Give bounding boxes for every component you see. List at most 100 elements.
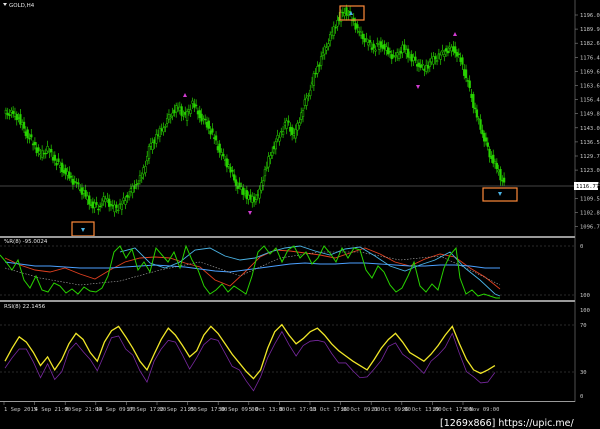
candle-body bbox=[301, 110, 305, 117]
candle-body bbox=[97, 208, 100, 211]
candle-body bbox=[13, 112, 17, 117]
candle-body bbox=[12, 111, 15, 114]
candle-body bbox=[263, 169, 267, 177]
candle-body bbox=[401, 44, 404, 53]
candle-body bbox=[120, 203, 123, 210]
candle-body bbox=[495, 162, 498, 170]
candle-body bbox=[473, 107, 477, 110]
candle-body bbox=[290, 127, 294, 135]
williams-r-tick-top: 0 bbox=[580, 244, 583, 250]
candle-body bbox=[44, 152, 47, 155]
rsi-tick-0: 0 bbox=[580, 394, 583, 400]
candle-body bbox=[234, 179, 238, 186]
candle-body bbox=[64, 168, 67, 175]
candle-body bbox=[242, 187, 245, 195]
candle-body bbox=[31, 143, 35, 146]
candle-body bbox=[162, 127, 165, 133]
candle-body bbox=[323, 46, 326, 55]
candle-body bbox=[448, 46, 451, 49]
candle-body bbox=[455, 52, 459, 57]
candle-body bbox=[294, 129, 297, 139]
candle-body bbox=[309, 89, 312, 96]
candle-body bbox=[372, 43, 375, 49]
trading-chart[interactable]: GOLD,H4 1196.05 1189.95 1182.65 1176.45 1169… bbox=[0, 0, 600, 429]
candle-body bbox=[470, 93, 473, 98]
candle-body bbox=[289, 126, 292, 132]
candle-body bbox=[6, 112, 9, 116]
candle-body bbox=[336, 20, 339, 27]
candle-body bbox=[486, 142, 489, 147]
candle-body bbox=[169, 116, 172, 119]
panel-separator[interactable] bbox=[0, 236, 575, 238]
price-tick-label: 1123.00 bbox=[580, 168, 600, 174]
candle-body bbox=[149, 143, 152, 147]
candle-body bbox=[200, 113, 203, 122]
price-tick-label: 1156.45 bbox=[580, 98, 600, 104]
price-tick-label: 1136.50 bbox=[580, 140, 600, 146]
candle-body bbox=[240, 186, 243, 190]
candle-body bbox=[457, 53, 460, 55]
candle-body bbox=[477, 118, 480, 120]
candle-body bbox=[75, 182, 78, 184]
candle-body bbox=[310, 81, 314, 85]
candle-body bbox=[459, 57, 462, 62]
candle-body bbox=[381, 45, 384, 49]
candle-body bbox=[66, 171, 69, 176]
candle-body bbox=[211, 128, 214, 133]
candle-body bbox=[383, 43, 386, 50]
candle-body bbox=[466, 80, 470, 82]
candle-body bbox=[113, 204, 116, 213]
candle-body bbox=[499, 169, 502, 181]
current-price-label: 1116.77 bbox=[576, 184, 599, 190]
symbol-title: GOLD,H4 bbox=[9, 3, 35, 9]
williams-r-title: %R(8) -95.0024 bbox=[4, 239, 48, 245]
candle-body bbox=[48, 151, 51, 153]
candle-body bbox=[140, 177, 143, 179]
price-tick-label: 1149.85 bbox=[580, 112, 600, 118]
candle-body bbox=[35, 147, 38, 154]
candle-body bbox=[102, 196, 105, 202]
candle-body bbox=[327, 43, 330, 47]
candle-body bbox=[472, 94, 475, 108]
price-tick-label: 1169.65 bbox=[580, 69, 600, 75]
candle-body bbox=[354, 22, 357, 30]
candle-body bbox=[318, 64, 321, 67]
candle-body bbox=[55, 162, 58, 166]
candle-body bbox=[109, 204, 113, 206]
candle-body bbox=[117, 209, 120, 212]
candle-body bbox=[394, 56, 397, 58]
candle-body bbox=[267, 156, 270, 168]
candle-body bbox=[359, 31, 363, 36]
candle-body bbox=[173, 109, 176, 114]
candle-body bbox=[490, 156, 493, 159]
rsi-tick-70: 70 bbox=[580, 323, 587, 329]
candle-body bbox=[86, 195, 89, 201]
candle-body bbox=[415, 64, 419, 67]
candle-body bbox=[213, 137, 216, 139]
candle-body bbox=[82, 190, 85, 194]
candle-body bbox=[276, 135, 279, 140]
watermark: [1269x866] https://upic.me/ bbox=[440, 418, 574, 429]
candle-body bbox=[287, 120, 290, 123]
price-tick-label: 1196.05 bbox=[580, 13, 600, 19]
candle-body bbox=[330, 31, 334, 36]
candle-body bbox=[446, 50, 450, 54]
price-tick-label: 1176.45 bbox=[580, 55, 600, 61]
candle-body bbox=[202, 118, 205, 120]
candle-body bbox=[146, 155, 149, 162]
candle-body bbox=[468, 80, 471, 89]
panel-separator[interactable] bbox=[0, 300, 575, 302]
candle-body bbox=[414, 56, 417, 61]
candle-body bbox=[142, 167, 145, 175]
candle-body bbox=[124, 200, 127, 205]
candle-body bbox=[98, 205, 102, 208]
candle-body bbox=[51, 157, 55, 161]
panel-separator bbox=[0, 401, 575, 402]
candle-body bbox=[425, 64, 428, 72]
candle-body bbox=[412, 56, 415, 61]
price-tick-label: 1109.50 bbox=[580, 196, 600, 202]
candle-body bbox=[312, 73, 316, 86]
candle-body bbox=[278, 137, 281, 142]
price-tick-label: 1182.65 bbox=[580, 41, 600, 47]
candle-body bbox=[89, 204, 93, 206]
